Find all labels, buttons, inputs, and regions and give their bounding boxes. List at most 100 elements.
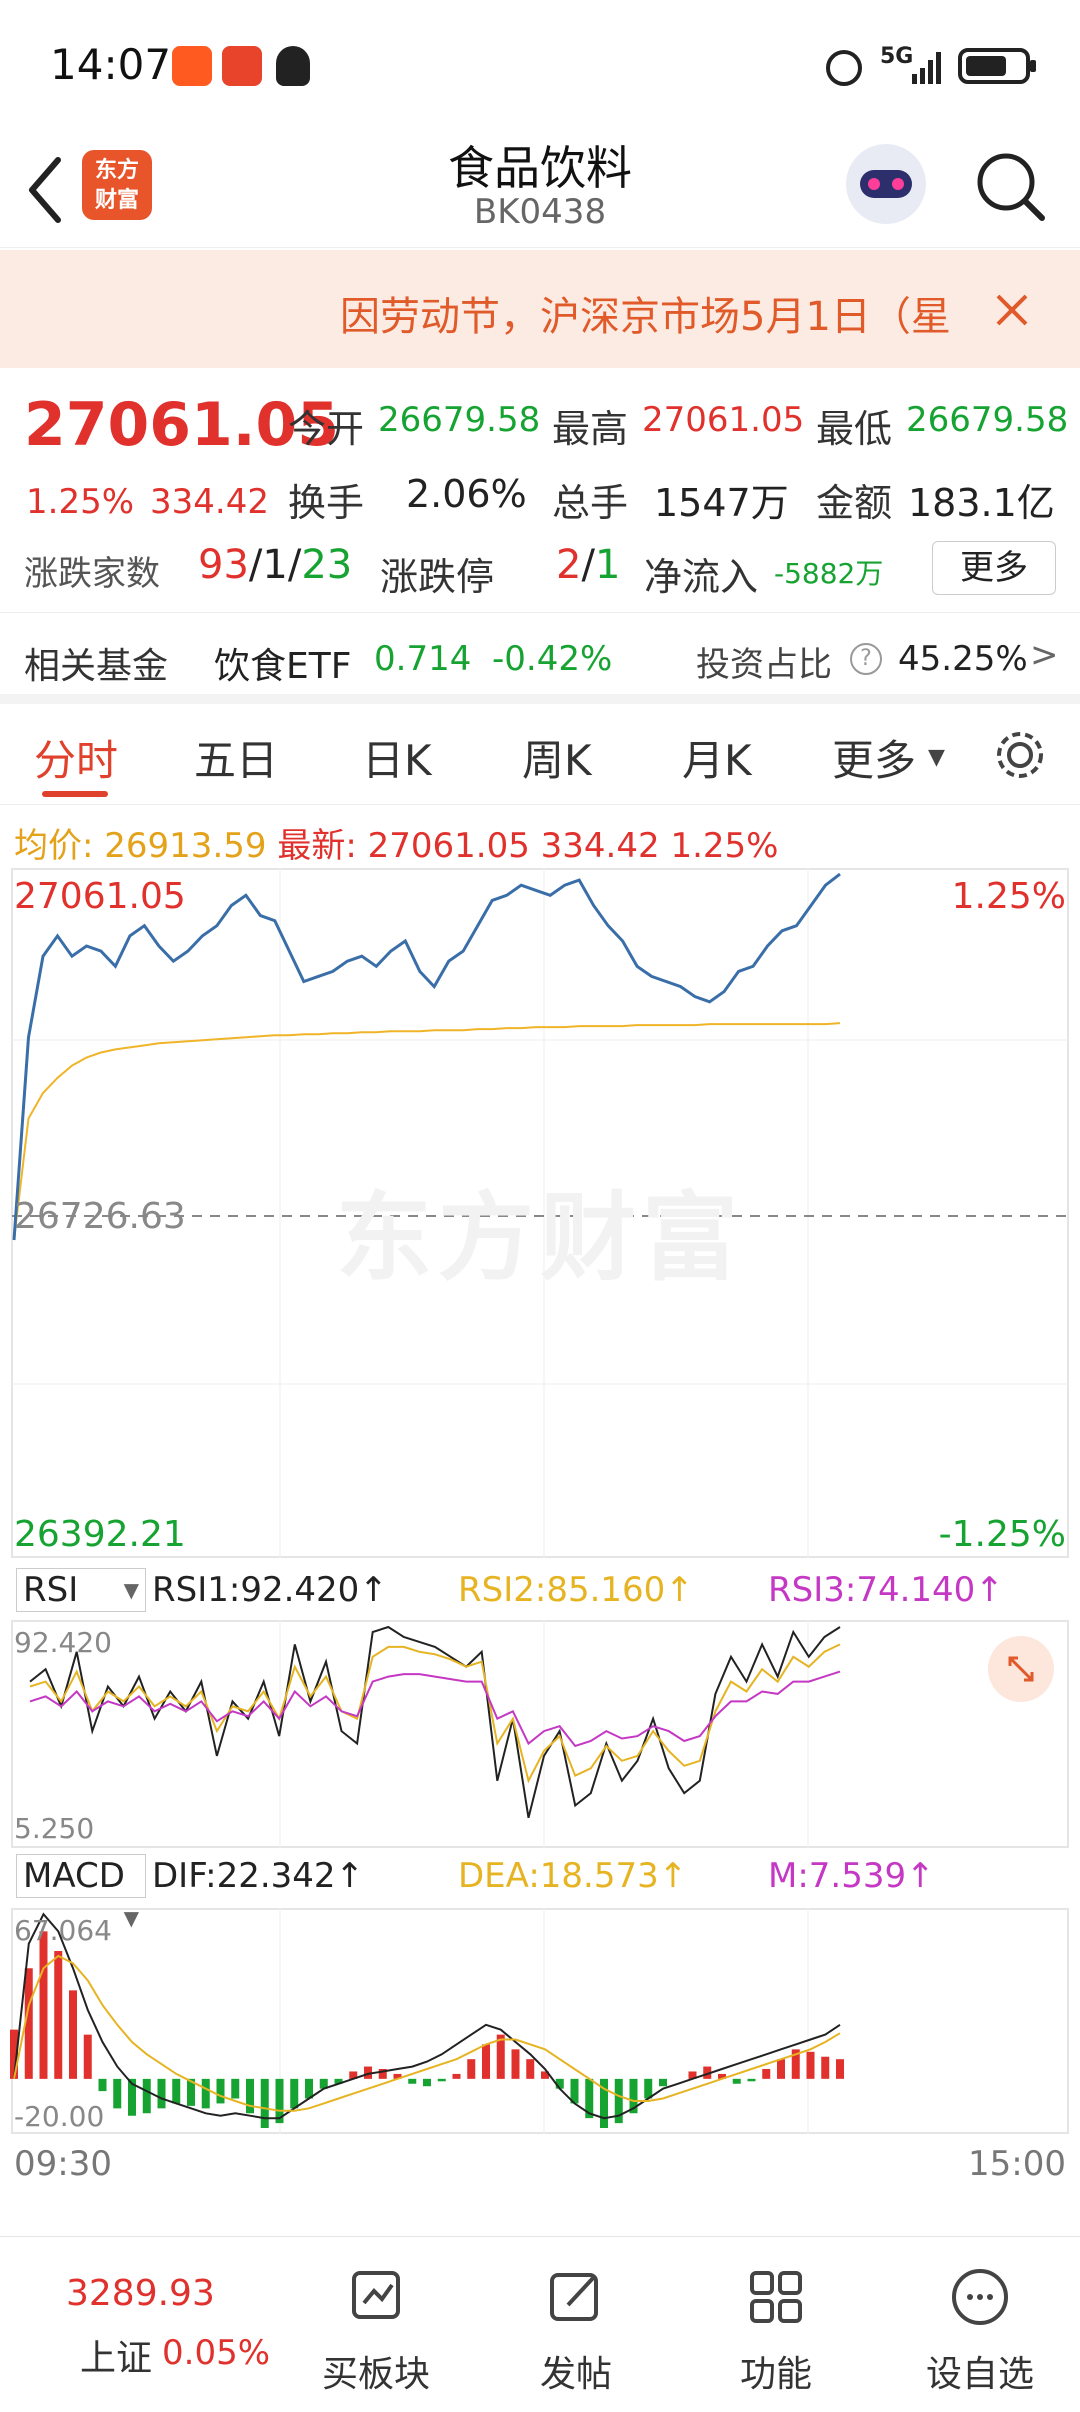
- latest-change: 334.42: [540, 826, 660, 866]
- turnover-label: 换手: [288, 481, 365, 525]
- limit-up: 2: [556, 542, 582, 588]
- inflow-label: 净流入: [644, 555, 759, 599]
- post-edit-icon: [550, 2273, 598, 2321]
- add-watchlist-button[interactable]: 设自选: [900, 2237, 1060, 2412]
- index-value: 3289.93: [66, 2273, 215, 2314]
- m-value: M:7.539↑: [768, 1856, 935, 1896]
- latest-change-pct: 1.25%: [670, 826, 779, 866]
- related-fund-row[interactable]: 相关基金 饮食ETF 0.714 -0.42% 投资占比 ? 45.25% >: [0, 612, 1080, 704]
- limit-values: 2/1: [556, 542, 621, 588]
- index-name: 上证: [80, 2338, 153, 2379]
- intraday-summary: 均价: 26913.59 最新: 27061.05 334.42 1.25%: [14, 818, 778, 867]
- time-start-label: 09:30: [14, 2144, 112, 2184]
- more-button[interactable]: 更多: [932, 541, 1056, 595]
- buy-sector-icon: [352, 2271, 400, 2319]
- rsi-top-label: 92.420: [14, 1626, 112, 1659]
- watchlist-icon: [952, 2269, 1008, 2325]
- change-value: 334.42: [150, 482, 269, 522]
- tab-five-day[interactable]: 五日: [194, 727, 278, 788]
- taobao-app-icon: [172, 46, 212, 86]
- dea-value: DEA:18.573↑: [458, 1856, 688, 1896]
- turnover-value: 2.06%: [406, 472, 527, 516]
- pct-top-label: 1.25%: [951, 876, 1066, 917]
- battery-icon: [958, 48, 1036, 84]
- settings-gear-icon[interactable]: [990, 725, 1050, 785]
- help-icon[interactable]: ?: [850, 643, 882, 675]
- bottom-toolbar: 3289.93 上证 0.05% 买板块 发帖 功能 设自选: [0, 2236, 1080, 2412]
- close-icon[interactable]: [990, 288, 1034, 332]
- rsi3-line: [29, 1670, 841, 1748]
- network-label: 5G: [880, 44, 914, 69]
- fund-price: 0.714: [374, 639, 472, 679]
- index-ticker[interactable]: 3289.93 上证 0.05%: [50, 2237, 280, 2412]
- fund-name[interactable]: 饮食ETF: [214, 637, 351, 689]
- notice-text: 因劳动节，沪深京市场5月1日（星: [340, 294, 951, 340]
- down-count: 23: [301, 542, 353, 588]
- latest-value: 27061.05: [367, 826, 530, 866]
- volume-value: 1547万: [654, 481, 789, 525]
- expand-icon[interactable]: [988, 1636, 1054, 1702]
- rsi-bottom-label: 5.250: [14, 1812, 95, 1845]
- chart-tabs: 分时 五日 日K 周K 月K 更多 ▼: [0, 705, 1080, 805]
- functions-label: 功能: [739, 2354, 812, 2395]
- pct-bottom-label: -1.25%: [938, 1514, 1066, 1555]
- macd-selector[interactable]: MACD ▼: [16, 1854, 146, 1930]
- status-time: 14:07: [50, 40, 172, 89]
- ratio-value: 45.25%: [898, 639, 1028, 679]
- takeout-app-icon: [222, 46, 262, 86]
- high-value: 27061.05: [642, 400, 805, 440]
- breadth-values: 93/1/23: [198, 542, 353, 588]
- post-label: 发帖: [539, 2354, 612, 2395]
- holiday-notice[interactable]: 因劳动节，沪深京市场5月1日（星: [0, 250, 1080, 368]
- qq-icon: [276, 46, 310, 86]
- avg-value: 26913.59: [104, 826, 267, 866]
- macd-top-label: 67.064: [14, 1914, 112, 1947]
- tab-monthly-k[interactable]: 月K: [682, 727, 752, 788]
- limit-label: 涨跌停: [380, 555, 495, 599]
- buy-sector-label: 买板块: [321, 2354, 430, 2395]
- post-button[interactable]: 发帖: [496, 2237, 656, 2412]
- time-end-label: 15:00: [968, 2144, 1066, 2184]
- avg-label: 均价:: [14, 826, 94, 866]
- amount-value: 183.1亿: [908, 481, 1055, 525]
- rsi-selector-label: RSI: [23, 1570, 79, 1610]
- fund-change: -0.42%: [492, 639, 613, 679]
- macd-selector-label: MACD: [23, 1856, 125, 1896]
- inflow-value: -5882万: [774, 557, 884, 590]
- open-label: 今开: [288, 407, 365, 451]
- add-watchlist-label: 设自选: [925, 2354, 1034, 2395]
- active-tab-indicator: [42, 791, 108, 797]
- alarm-icon: [826, 50, 862, 86]
- macd-chart[interactable]: [0, 1908, 1080, 2134]
- amount-label: 金额: [816, 481, 893, 525]
- tab-daily-k[interactable]: 日K: [362, 727, 432, 788]
- watermark: 东方财富: [336, 1182, 744, 1294]
- rsi1-line: [29, 1625, 841, 1819]
- search-icon[interactable]: [972, 148, 1052, 228]
- robot-assistant-icon[interactable]: [846, 144, 926, 224]
- tab-intraday[interactable]: 分时: [34, 727, 118, 788]
- tab-weekly-k[interactable]: 周K: [522, 727, 592, 788]
- open-value: 26679.58: [378, 400, 541, 440]
- tab-more[interactable]: 更多: [832, 727, 916, 788]
- dif-value: DIF:22.342↑: [152, 1856, 365, 1896]
- rsi2-value: RSI2:85.160↑: [458, 1570, 694, 1610]
- quote-panel: 27061.05 1.25% 334.42 今开 26679.58 最高 270…: [0, 370, 1080, 610]
- chart-frame: [11, 1908, 1069, 2134]
- breadth-label: 涨跌家数: [24, 554, 160, 594]
- latest-label: 最新:: [277, 826, 357, 866]
- rsi-selector[interactable]: RSI ▼: [16, 1568, 146, 1612]
- index-change: 0.05%: [162, 2333, 271, 2373]
- buy-sector-button[interactable]: 买板块: [296, 2237, 456, 2412]
- dropdown-caret-icon: ▼: [928, 745, 945, 770]
- ratio-label: 投资占比: [696, 645, 832, 685]
- rsi-chart[interactable]: [0, 1620, 1080, 1848]
- status-bar: 14:07 5G: [0, 0, 1080, 130]
- nav-bar: 东方 财富 食品饮料 BK0438: [0, 130, 1080, 248]
- limit-down: 1: [594, 542, 621, 588]
- functions-button[interactable]: 功能: [696, 2237, 856, 2412]
- rsi1-value: RSI1:92.420↑: [152, 1570, 388, 1610]
- low-label: 最低: [816, 407, 893, 451]
- volume-label: 总手: [552, 481, 629, 525]
- signal-icon: [912, 52, 941, 84]
